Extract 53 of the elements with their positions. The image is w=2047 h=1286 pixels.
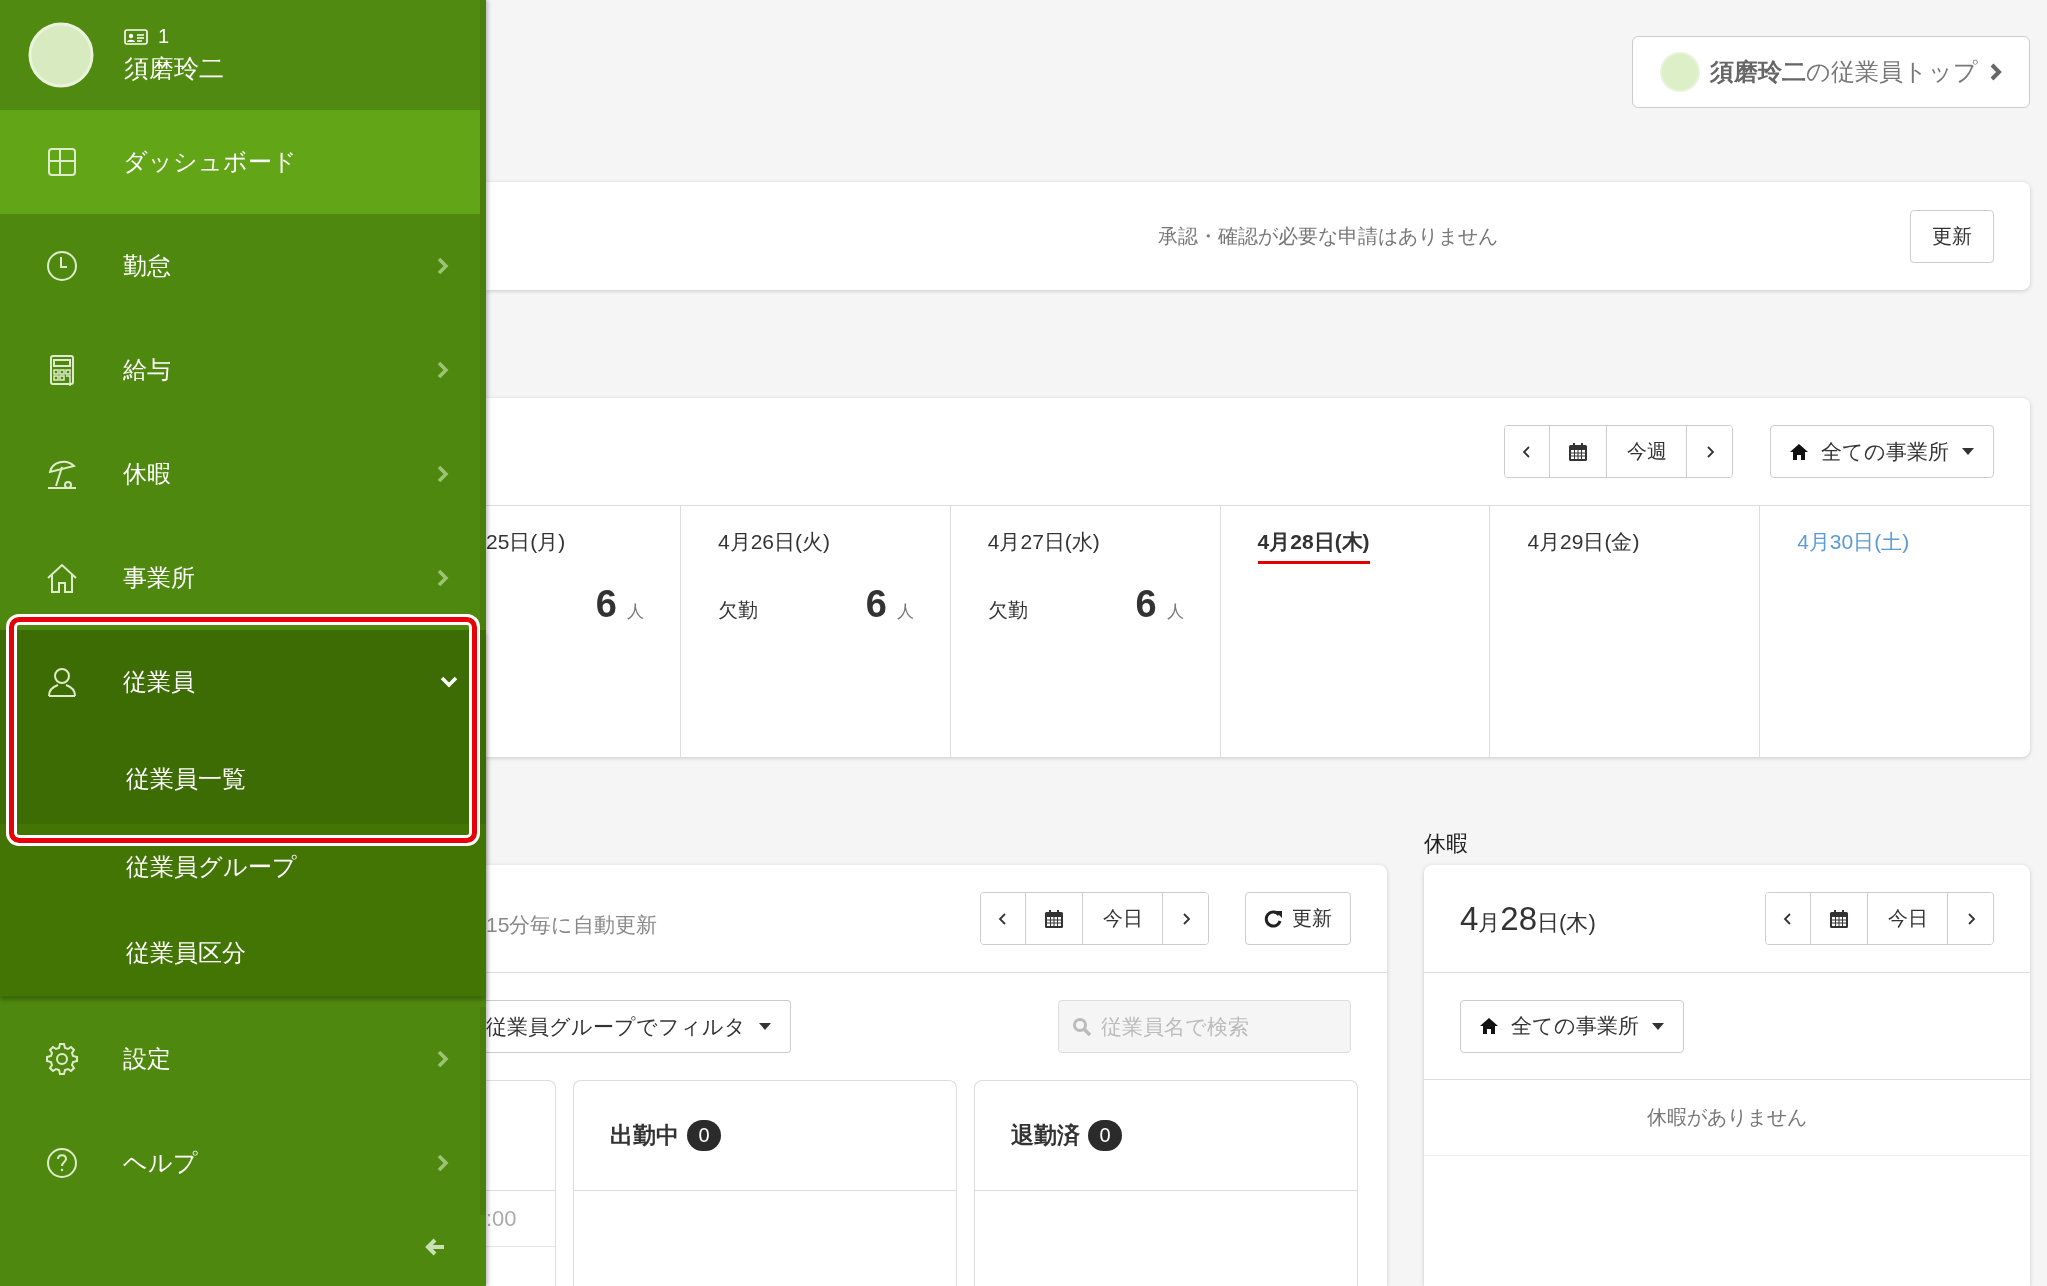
day-date: 4月28日(木) (1257, 528, 1370, 564)
unit-label: 人 (896, 601, 914, 623)
gear-icon (44, 1041, 80, 1077)
unit-label: 人 (627, 601, 644, 623)
avatar-icon (28, 22, 94, 88)
user-name: 須磨玲二 (124, 53, 224, 84)
empty-message: 承認・確認が必要な申請はありません (1157, 223, 1499, 249)
count: 6 (1135, 583, 1157, 626)
calendar-icon (1829, 908, 1849, 929)
calendar-icon (1044, 908, 1064, 929)
status-label: 欠勤 (718, 599, 758, 621)
refresh-button[interactable]: 更新 (1245, 892, 1351, 945)
search-field[interactable]: 従業員名で検索 (1058, 1000, 1351, 1053)
section-heading: 休暇 (1424, 830, 1468, 858)
day-date: 4月27日(水) (987, 529, 1100, 555)
day-date: 4月29日(金) (1527, 529, 1640, 555)
status-label: 欠勤 (987, 599, 1028, 621)
time-text: :00 (486, 1205, 517, 1232)
count: 6 (865, 583, 887, 626)
back-arrow-icon (424, 1236, 446, 1258)
day-date: 4月26日(火) (718, 529, 831, 555)
day-date: 4月30日(土) (1797, 529, 1910, 555)
empty-message: 休暇がありません (1647, 1105, 1807, 1130)
submenu-item[interactable]: 従業員区分 (0, 910, 486, 996)
caret-down-icon (1961, 447, 1975, 456)
unit-label: 人 (1166, 601, 1184, 623)
column-title: 退勤済 (1011, 1121, 1080, 1150)
column-title: 出勤中 (610, 1121, 679, 1150)
employee-top-button[interactable]: 須磨玲二の従業員トップ (1632, 36, 2030, 108)
office-dropdown[interactable]: 全ての事業所 (1770, 425, 1994, 478)
group-filter-dropdown[interactable]: 従業員グループでフィルタ (486, 1000, 791, 1053)
auto-refresh-note: 15分毎に自動更新 (486, 911, 659, 938)
day-date: 25日(月) (486, 529, 566, 555)
home-icon (1789, 441, 1809, 462)
search-icon (1072, 1017, 1092, 1037)
employee-id: 1 (158, 25, 170, 48)
id-card-icon (124, 28, 148, 45)
clock-icon (44, 248, 80, 284)
count: 6 (595, 583, 617, 626)
count-badge: 0 (687, 1120, 721, 1151)
refresh-button[interactable]: 更新 (1910, 209, 1994, 263)
caret-down-icon (1651, 1021, 1665, 1031)
avatar-icon (1660, 52, 1700, 92)
calendar-icon (1568, 441, 1588, 462)
sidebar-item[interactable]: 従業員 (0, 630, 486, 734)
submenu-item[interactable]: 従業員一覧 (0, 734, 486, 824)
caret-down-icon (758, 1022, 772, 1031)
help-icon (44, 1145, 80, 1181)
refresh-icon (1264, 908, 1284, 929)
chevron-right-icon (1988, 62, 2002, 82)
count-badge: 0 (1088, 1120, 1122, 1151)
office-dropdown[interactable]: 全ての事業所 (1460, 999, 1684, 1053)
home-icon (1479, 1016, 1499, 1036)
